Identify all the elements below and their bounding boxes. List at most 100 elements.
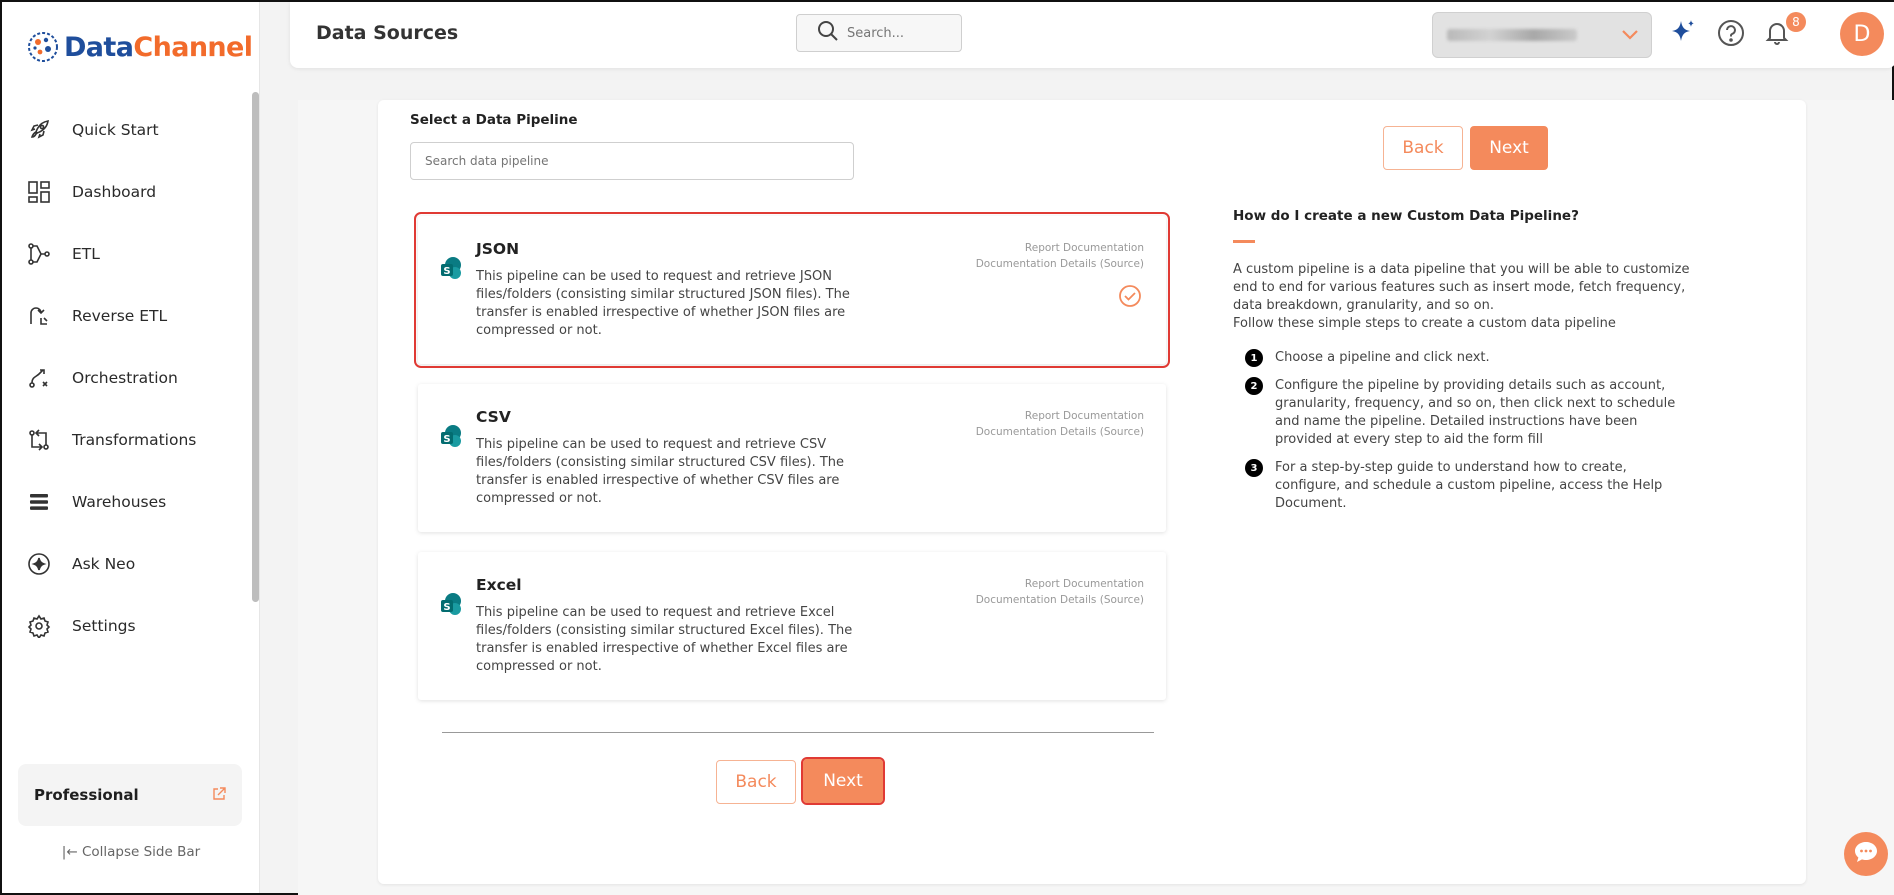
sidebar-item-label: Transformations: [72, 431, 197, 449]
sidebar: DataChannel Quick Start Dashboard ETL Re…: [2, 2, 260, 893]
pipeline-card-doc-links: Report Documentation Documentation Detai…: [976, 576, 1144, 608]
documentation-details-link[interactable]: Documentation Details (Source): [976, 592, 1144, 608]
pipeline-selection-panel: Select a Data Pipeline Back Next S JSON …: [378, 100, 1806, 884]
sidebar-item-warehouses[interactable]: Warehouses: [2, 471, 252, 533]
chat-bubble-icon: [1854, 841, 1878, 867]
datachannel-logo-icon: [28, 32, 58, 62]
step-text: Choose a pipeline and click next.: [1275, 350, 1490, 365]
page-title: Data Sources: [316, 22, 459, 44]
sidebar-item-label: Quick Start: [72, 121, 159, 139]
pipeline-card-json[interactable]: S JSON This pipeline can be used to requ…: [414, 212, 1170, 368]
sidebar-item-settings[interactable]: Settings: [2, 595, 252, 657]
collapse-sidebar-button[interactable]: |← Collapse Side Bar: [2, 844, 260, 860]
help-intro: A custom pipeline is a data pipeline tha…: [1233, 261, 1713, 333]
logo-text: DataChannel: [64, 31, 253, 63]
report-documentation-link[interactable]: Report Documentation: [976, 408, 1144, 424]
sidebar-nav: Quick Start Dashboard ETL Reverse ETL Or…: [2, 99, 252, 657]
sidebar-item-transformations[interactable]: Transformations: [2, 409, 252, 471]
user-avatar[interactable]: D: [1840, 12, 1884, 56]
help-step: 1 Choose a pipeline and click next.: [1233, 349, 1713, 367]
help-steps: 1 Choose a pipeline and click next. 2 Co…: [1233, 349, 1713, 513]
pipeline-card-doc-links: Report Documentation Documentation Detai…: [976, 240, 1144, 272]
report-documentation-link[interactable]: Report Documentation: [976, 576, 1144, 592]
logo-text-data: Data: [64, 31, 134, 63]
chat-support-button[interactable]: [1844, 832, 1888, 876]
rocket-icon: [26, 117, 52, 143]
sidebar-item-label: Orchestration: [72, 369, 178, 387]
plan-name: Professional: [34, 786, 139, 804]
back-button-top[interactable]: Back: [1383, 126, 1463, 170]
dashboard-grid-icon: [26, 179, 52, 205]
top-header: Data Sources 8 D: [290, 2, 1894, 68]
sidebar-item-label: Reverse ETL: [72, 307, 168, 325]
step-number: 3: [1245, 459, 1263, 477]
next-button-bottom[interactable]: Next: [801, 757, 885, 805]
chevron-down-icon: [1621, 26, 1639, 45]
notification-badge: 8: [1786, 12, 1806, 32]
help-panel: How do I create a new Custom Data Pipeli…: [1233, 208, 1713, 523]
external-link-icon[interactable]: [212, 786, 226, 805]
documentation-details-link[interactable]: Documentation Details (Source): [976, 256, 1144, 272]
plan-card[interactable]: Professional: [18, 764, 242, 826]
pipeline-card-excel[interactable]: S Excel This pipeline can be used to req…: [418, 552, 1166, 700]
workspace-name-redacted: [1447, 29, 1577, 41]
search-icon: [817, 20, 839, 46]
sharepoint-icon: S: [441, 257, 461, 279]
step-text: Configure the pipeline by providing deta…: [1275, 378, 1676, 447]
pipeline-card-description: This pipeline can be used to request and…: [476, 605, 853, 674]
global-search[interactable]: [796, 14, 962, 52]
pipeline-card-title: JSON: [476, 240, 520, 258]
pipeline-card-csv[interactable]: S CSV This pipeline can be used to reque…: [418, 384, 1166, 532]
sharepoint-icon: S: [441, 425, 461, 447]
sparkle-icon: [26, 551, 52, 577]
datachannel-logo[interactable]: DataChannel: [26, 30, 253, 64]
help-title-accent: [1233, 240, 1255, 243]
sidebar-item-etl[interactable]: ETL: [2, 223, 252, 285]
help-step: 2 Configure the pipeline by providing de…: [1233, 377, 1713, 449]
collapse-arrow-icon: |←: [61, 844, 82, 860]
sidebar-item-label: Dashboard: [72, 183, 157, 201]
svg-text:S: S: [443, 434, 450, 445]
reverse-etl-icon: [26, 303, 52, 329]
sharepoint-icon: S: [441, 593, 461, 615]
selected-check-icon: [1119, 285, 1141, 307]
transformations-icon: [26, 427, 52, 453]
global-search-input[interactable]: [847, 25, 947, 41]
report-documentation-link[interactable]: Report Documentation: [976, 240, 1144, 256]
gear-icon: [26, 613, 52, 639]
help-intro-text: A custom pipeline is a data pipeline tha…: [1233, 262, 1690, 313]
next-button-top[interactable]: Next: [1470, 126, 1548, 170]
select-pipeline-label: Select a Data Pipeline: [410, 112, 578, 128]
sidebar-item-label: Ask Neo: [72, 555, 136, 573]
ai-sparkle-icon[interactable]: [1668, 18, 1698, 48]
help-icon[interactable]: [1716, 18, 1746, 48]
sidebar-item-orchestration[interactable]: Orchestration: [2, 347, 252, 409]
svg-text:S: S: [443, 602, 450, 613]
step-number: 2: [1245, 377, 1263, 395]
help-intro-followup: Follow these simple steps to create a cu…: [1233, 316, 1616, 331]
sidebar-item-quick-start[interactable]: Quick Start: [2, 99, 252, 161]
orchestration-icon: [26, 365, 52, 391]
collapse-sidebar-label: Collapse Side Bar: [81, 844, 201, 860]
sidebar-scroll-thumb[interactable]: [252, 92, 259, 602]
help-title: How do I create a new Custom Data Pipeli…: [1233, 208, 1579, 224]
sidebar-item-label: Warehouses: [72, 493, 167, 511]
pipeline-card-description: This pipeline can be used to request and…: [476, 437, 845, 506]
pipeline-card-doc-links: Report Documentation Documentation Detai…: [976, 408, 1144, 440]
pipeline-search-input[interactable]: [410, 142, 854, 180]
sidebar-item-reverse-etl[interactable]: Reverse ETL: [2, 285, 252, 347]
sidebar-item-label: ETL: [72, 245, 100, 263]
sidebar-item-dashboard[interactable]: Dashboard: [2, 161, 252, 223]
sidebar-item-ask-neo[interactable]: Ask Neo: [2, 533, 252, 595]
back-button-bottom[interactable]: Back: [716, 760, 796, 804]
etl-flow-icon: [26, 241, 52, 267]
pipeline-card-description: This pipeline can be used to request and…: [476, 269, 850, 338]
documentation-details-link[interactable]: Documentation Details (Source): [976, 424, 1144, 440]
pipeline-card-title: CSV: [476, 408, 511, 426]
workspace-selector[interactable]: [1432, 12, 1652, 58]
sidebar-scrollbar[interactable]: [252, 92, 259, 602]
svg-text:S: S: [443, 266, 450, 277]
sidebar-item-label: Settings: [72, 617, 136, 635]
content-divider: [442, 732, 1154, 733]
logo-text-channel: Channel: [133, 31, 253, 63]
